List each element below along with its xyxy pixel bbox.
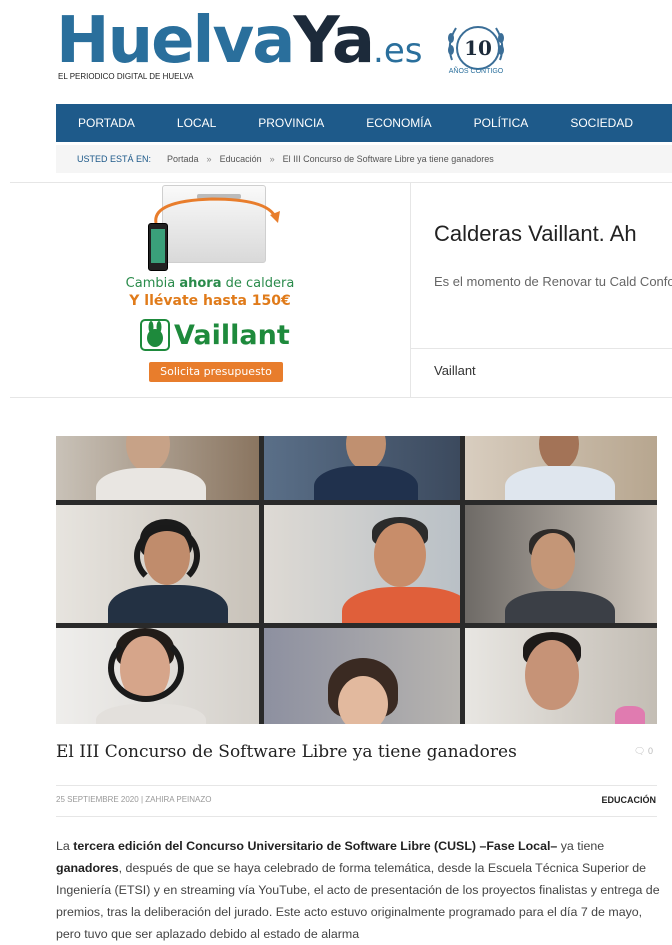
vaillant-logo: Vaillant (140, 315, 320, 355)
hare-logo-icon (140, 319, 170, 351)
breadcrumb: USTED ESTÁ EN: Portada » Educación » El … (56, 145, 672, 173)
participant-tile (465, 505, 657, 623)
badge-number: 10 (456, 26, 500, 70)
nav-item-sociedad[interactable]: SOCIEDAD (549, 104, 654, 142)
meta-separator: | (140, 795, 144, 804)
ad-headline[interactable]: Calderas Vaillant. Ah (434, 221, 637, 247)
article-meta: 25 SEPTIEMBRE 2020 | ZAHIRA PEINAZO (56, 795, 212, 804)
ad-text-panel[interactable]: Calderas Vaillant. Ah Es el momento de R… (411, 183, 672, 397)
logo-part-es: .es (373, 31, 423, 71)
breadcrumb-label: USTED ESTÁ EN: (77, 154, 152, 164)
ad-creative[interactable]: Cambia ahora de caldera Y llévate hasta … (10, 183, 410, 397)
ad-text-line1: Cambia ahora de caldera (125, 276, 295, 291)
participant-tile (56, 436, 259, 500)
participant-tile (264, 628, 460, 724)
breadcrumb-item-portada[interactable]: Portada (167, 154, 199, 164)
divider (56, 785, 657, 786)
nav-item-cultura[interactable]: CU (654, 104, 672, 142)
logo-part-huelva: Huelva (56, 4, 295, 78)
ad-brand-name: Vaillant (174, 319, 290, 351)
participant-tile (465, 436, 657, 500)
comment-count-value: 0 (647, 746, 653, 756)
participant-tile (465, 628, 657, 724)
ad-text-line2: Y llévate hasta 150€ (129, 293, 291, 309)
breadcrumb-separator: » (269, 154, 275, 164)
advertisement-banner[interactable]: Cambia ahora de caldera Y llévate hasta … (10, 182, 672, 398)
article-image (56, 436, 657, 724)
article-date: 25 SEPTIEMBRE 2020 (56, 795, 139, 804)
ad-description: Es el momento de Renovar tu Cald Confort… (434, 274, 672, 289)
nav-item-provincia[interactable]: PROVINCIA (237, 104, 345, 142)
ad-cta-button[interactable]: Solicita presupuesto (149, 362, 283, 382)
site-logo[interactable]: HuelvaYa.es EL PERIODICO DIGITAL DE HUEL… (56, 6, 526, 84)
ad-advertiser[interactable]: Vaillant (434, 363, 476, 378)
article-author[interactable]: ZAHIRA PEINAZO (145, 795, 211, 804)
anniversary-badge: 10 AÑOS CONTIGO (442, 16, 510, 84)
ad-separator (411, 348, 672, 349)
participant-tile (56, 505, 259, 623)
participant-tile (264, 436, 460, 500)
logo-tagline: EL PERIODICO DIGITAL DE HUELVA (58, 72, 194, 81)
comment-count[interactable]: 🗨 0 (634, 746, 653, 757)
breadcrumb-separator: » (206, 154, 212, 164)
breadcrumb-current: El III Concurso de Software Libre ya tie… (282, 154, 494, 164)
main-navigation: PORTADA LOCAL PROVINCIA ECONOMÍA POLÍTIC… (56, 104, 672, 142)
logo-part-ya: Ya (293, 4, 375, 78)
article-title[interactable]: El III Concurso de Software Libre ya tie… (56, 742, 517, 762)
breadcrumb-item-educacion[interactable]: Educación (220, 154, 262, 164)
article-body-paragraph: La tercera edición del Concurso Universi… (56, 839, 660, 941)
article-category[interactable]: EDUCACIÓN (601, 795, 656, 805)
divider (56, 816, 657, 817)
participant-tile (56, 628, 259, 724)
badge-text: AÑOS CONTIGO (448, 68, 504, 75)
nav-item-politica[interactable]: POLÍTICA (453, 104, 550, 142)
participant-tile (264, 505, 460, 623)
comment-icon: 🗨 (634, 746, 646, 756)
phone-image (148, 223, 168, 271)
nav-item-portada[interactable]: PORTADA (56, 104, 156, 142)
nav-item-economia[interactable]: ECONOMÍA (345, 104, 452, 142)
nav-item-local[interactable]: LOCAL (156, 104, 237, 142)
